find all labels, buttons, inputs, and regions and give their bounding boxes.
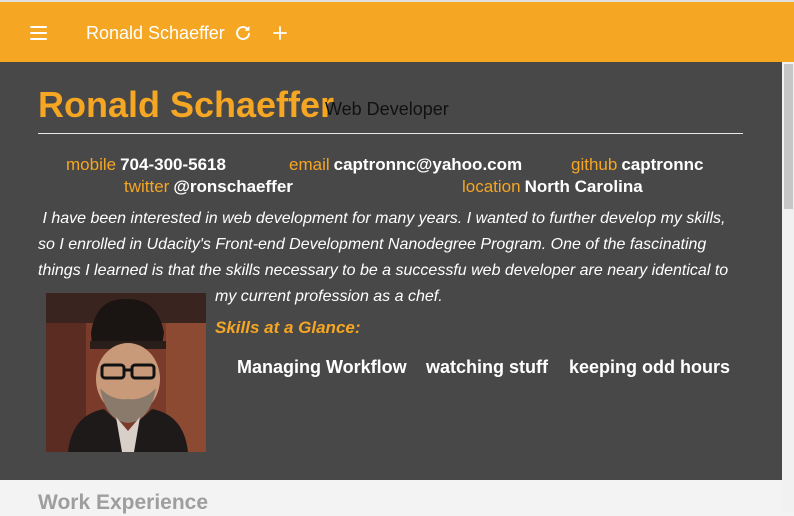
profile-photo — [46, 293, 206, 452]
contact-value: North Carolina — [524, 177, 643, 196]
plus-icon[interactable] — [271, 24, 289, 42]
bio-text: I have been interested in web developmen… — [38, 210, 729, 279]
role-subtitle: Web Developer — [325, 99, 449, 119]
refresh-icon[interactable] — [234, 24, 252, 42]
skill-item: Managing Workflow — [237, 357, 407, 377]
page-title: Ronald Schaeffer — [38, 84, 335, 125]
contact-value[interactable]: captronnc@yahoo.com — [334, 155, 523, 174]
contact-label: github — [571, 155, 618, 174]
scrollbar-thumb[interactable] — [784, 64, 793, 209]
contact-twitter: twitter @ronschaeffer — [124, 176, 293, 198]
work-experience-heading: Work Experience — [38, 491, 209, 514]
contact-label: location — [462, 177, 521, 196]
divider — [38, 133, 743, 134]
contact-label: email — [289, 155, 330, 174]
tab-title[interactable]: Ronald Schaeffer — [86, 22, 225, 44]
menu-icon[interactable] — [30, 26, 47, 40]
contact-value: 704-300-5618 — [120, 155, 226, 174]
top-app-bar: Ronald Schaeffer — [0, 0, 794, 62]
contact-github: github captronnc — [571, 154, 704, 176]
contact-value[interactable]: @ronschaeffer — [173, 177, 293, 196]
contact-value[interactable]: captronnc — [621, 155, 703, 174]
contact-mobile: mobile 704-300-5618 — [66, 154, 226, 176]
contact-label: twitter — [124, 177, 170, 196]
contact-label: mobile — [66, 155, 117, 174]
bio-message: I have been interested in web developmen… — [38, 206, 744, 284]
bio-tail: my current profession as a chef. — [215, 288, 443, 305]
skill-item: watching stuff — [426, 357, 548, 377]
skill-item: keeping odd hours — [569, 357, 731, 377]
contact-email: email captronnc@yahoo.com — [289, 154, 522, 176]
skills-heading: Skills at a Glance: — [215, 318, 361, 337]
header-panel: Ronald Schaeffer Web Developer mobile 704… — [0, 62, 782, 480]
contact-location: location North Carolina — [462, 176, 643, 198]
